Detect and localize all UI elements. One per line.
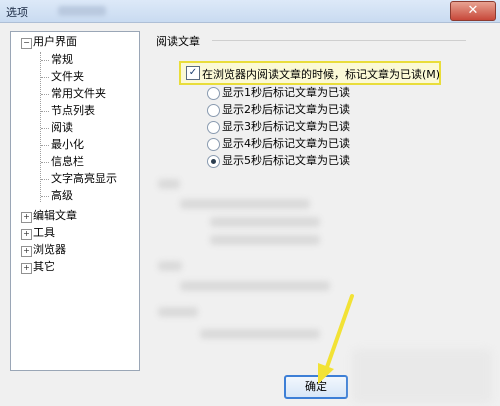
annotation-arrow-icon (318, 294, 354, 384)
